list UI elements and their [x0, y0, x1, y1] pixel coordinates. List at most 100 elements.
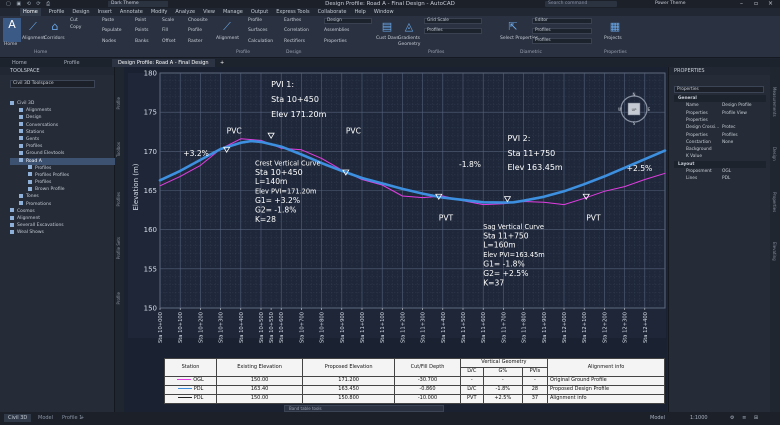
- alignment-profile-icon[interactable]: ⟋: [218, 20, 236, 36]
- menu-item-0[interactable]: Home: [20, 8, 41, 16]
- editor-dropdown[interactable]: Editor: [532, 18, 592, 24]
- status-add-icon[interactable]: +: [80, 412, 84, 425]
- tree-item[interactable]: Promotions: [10, 201, 115, 208]
- menu-item-12[interactable]: Help: [354, 8, 365, 16]
- right-tab-elevating[interactable]: Elevating: [772, 242, 777, 261]
- status-tools-icons[interactable]: ⚙ ≡ ⊞: [730, 412, 761, 425]
- fill-button[interactable]: Fill: [162, 28, 168, 33]
- profile-small-button[interactable]: Profile: [188, 28, 202, 33]
- properties-selector[interactable]: Properties: [674, 86, 764, 93]
- property-row[interactable]: Name Design Profile: [674, 102, 766, 109]
- tree-item[interactable]: Tones: [10, 193, 115, 200]
- tree-item[interactable]: Profiles: [10, 179, 115, 186]
- geometry-button[interactable]: Geometry: [398, 42, 420, 47]
- property-row[interactable]: Constartion None: [674, 139, 766, 146]
- menu-item-8[interactable]: Manage: [223, 8, 243, 16]
- property-value[interactable]: Profiles: [722, 132, 738, 139]
- home-button[interactable]: Home: [4, 42, 17, 47]
- menu-item-5[interactable]: Modify: [151, 8, 168, 16]
- menu-item-3[interactable]: Insert: [98, 8, 112, 16]
- projects-button[interactable]: Projects: [604, 36, 622, 41]
- alignment-button[interactable]: Alignment: [22, 36, 45, 41]
- property-row[interactable]: Properties Profiles: [674, 132, 766, 139]
- menu-item-11[interactable]: Collaborate: [318, 8, 347, 16]
- menu-item-13[interactable]: Window: [374, 8, 394, 16]
- calculation-button[interactable]: Calculation: [248, 39, 273, 44]
- tree-item[interactable]: Civil 3D: [10, 100, 115, 107]
- populate-button[interactable]: Populate: [102, 28, 122, 33]
- tree-item[interactable]: Ground Elevtools: [10, 150, 115, 157]
- raster-button[interactable]: Raster: [188, 39, 203, 44]
- property-row[interactable]: Proposment OGL: [674, 168, 766, 175]
- property-row[interactable]: Properties: [674, 117, 766, 124]
- status-scale[interactable]: 1:1000: [690, 412, 708, 425]
- projects-icon[interactable]: ▦: [606, 20, 624, 36]
- toolspace-selector[interactable]: Civil 3D Toolspace: [10, 80, 95, 88]
- tree-item[interactable]: Weal Shows: [10, 229, 115, 236]
- alignment-icon[interactable]: ⟋: [24, 20, 42, 36]
- copy-button[interactable]: Copy: [70, 25, 81, 30]
- property-row[interactable]: Background: [674, 146, 766, 153]
- side-tab-toolbox[interactable]: Toolbox: [116, 142, 121, 157]
- menu-item-9[interactable]: Output: [251, 8, 268, 16]
- menu-item-1[interactable]: Profile: [49, 8, 65, 16]
- earthes-button[interactable]: Earthes: [284, 18, 301, 23]
- right-tab-design[interactable]: Design: [772, 147, 777, 161]
- user-name[interactable]: Power Theme: [655, 0, 686, 8]
- tree-item[interactable]: Profiles: [10, 143, 115, 150]
- property-value[interactable]: OGL: [722, 168, 731, 175]
- tree-item[interactable]: Road A: [10, 157, 115, 165]
- right-tab-measurements[interactable]: Measurements: [772, 87, 777, 117]
- tree-item[interactable]: Profiles Profiles: [10, 172, 115, 179]
- tree-item[interactable]: Severall Excavations: [10, 222, 115, 229]
- home-big-icon[interactable]: A: [3, 18, 21, 42]
- surfaces-button[interactable]: Surfaces: [248, 28, 268, 33]
- profile-button[interactable]: Profile: [248, 18, 262, 23]
- point-button[interactable]: Point: [135, 18, 146, 23]
- right-tab-properties[interactable]: Properties: [772, 192, 777, 212]
- property-row[interactable]: Properties Profile View: [674, 110, 766, 117]
- tree-item[interactable]: Design: [10, 114, 115, 121]
- side-tab-profile-sets[interactable]: Profile Sets: [116, 237, 121, 259]
- gradients-icon[interactable]: ◬: [400, 20, 418, 36]
- minimize-icon[interactable]: –: [740, 0, 743, 8]
- profiles-dropdown-1[interactable]: Profiles: [532, 28, 592, 34]
- property-value[interactable]: None: [722, 139, 733, 146]
- tab-profile[interactable]: Profile: [58, 59, 86, 67]
- drawing-area[interactable]: 150 155 160 165 170 175 180 Sta 10+000 Sta 10+1…: [124, 67, 667, 412]
- profile-style-dropdown[interactable]: Profiles: [424, 28, 482, 34]
- search-input[interactable]: Search command: [545, 1, 617, 7]
- tree-item[interactable]: Profiles: [10, 165, 115, 172]
- status-model[interactable]: Model: [650, 412, 665, 425]
- viewcube[interactable]: N E S W UP: [617, 92, 651, 126]
- property-value[interactable]: Design Profile: [722, 102, 752, 109]
- assemblies-button[interactable]: Assemblies: [324, 28, 349, 33]
- property-row[interactable]: K Value: [674, 153, 766, 160]
- new-tab-icon[interactable]: +: [214, 59, 230, 67]
- properties-section[interactable]: Layout: [674, 160, 766, 168]
- property-value[interactable]: PDL: [722, 175, 730, 182]
- tree-item[interactable]: Cosmos: [10, 208, 115, 215]
- corridors-icon[interactable]: ⌂: [46, 20, 64, 36]
- corridors-button[interactable]: Corridors: [44, 36, 65, 41]
- side-tab-profile-2[interactable]: Profile: [116, 292, 121, 304]
- menu-item-10[interactable]: Express Tools: [276, 8, 309, 16]
- cust-davs-button[interactable]: Cust Davs: [376, 36, 399, 41]
- tree-item[interactable]: Conversations: [10, 122, 115, 129]
- nodes-button[interactable]: Nodes: [102, 39, 116, 44]
- cust-davs-icon[interactable]: ▤: [378, 20, 396, 36]
- close-icon[interactable]: ×: [768, 0, 773, 8]
- grid-scale-dropdown[interactable]: Grid Scale: [424, 18, 482, 24]
- tree-item[interactable]: Stations: [10, 129, 115, 136]
- correlation-button[interactable]: Correlation: [284, 28, 309, 33]
- gradients-button[interactable]: Gradients: [398, 36, 420, 41]
- menu-item-2[interactable]: Design: [72, 8, 89, 16]
- menu-item-7[interactable]: View: [203, 8, 215, 16]
- select-properties-icon[interactable]: ⇱: [504, 20, 522, 36]
- paste-button[interactable]: Paste: [102, 18, 114, 23]
- properties-section[interactable]: General: [674, 95, 766, 102]
- offset-button[interactable]: Offset: [162, 39, 176, 44]
- status-tab-model[interactable]: Model: [34, 414, 57, 422]
- property-value[interactable]: Protec: [722, 124, 736, 131]
- property-row[interactable]: Design Crossi... Protec: [674, 124, 766, 131]
